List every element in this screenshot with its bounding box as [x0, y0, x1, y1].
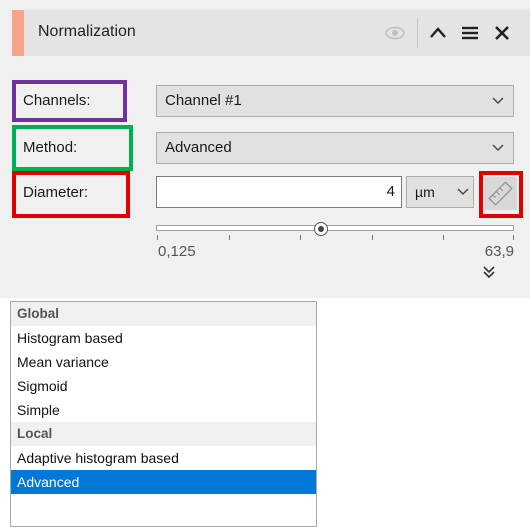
- panel-title: Normalization: [38, 23, 136, 40]
- chevron-down-icon: [492, 97, 504, 104]
- slider-tick: [443, 235, 444, 240]
- measure-highlight-box: [479, 171, 523, 218]
- slider-tick: [513, 235, 514, 240]
- diameter-slider-thumb[interactable]: [314, 222, 328, 236]
- chevron-down-icon: [457, 188, 469, 195]
- slider-tick: [157, 235, 158, 240]
- eye-icon[interactable]: [384, 22, 406, 44]
- option-simple[interactable]: Simple: [11, 398, 316, 422]
- method-select[interactable]: Advanced: [156, 132, 514, 164]
- header-accent-bar: [12, 10, 24, 56]
- channels-highlight-box: [12, 80, 127, 122]
- slider-min-value: 0,125: [158, 243, 196, 260]
- unit-select[interactable]: µm: [406, 176, 474, 208]
- group-header-global: Global: [11, 302, 316, 326]
- close-icon[interactable]: [490, 21, 514, 45]
- chevron-down-icon: [492, 144, 504, 151]
- option-mean-variance[interactable]: Mean variance: [11, 350, 316, 374]
- normalization-panel: Normalization Channels: Channel #1 Metho…: [0, 0, 530, 298]
- slider-tick: [372, 235, 373, 240]
- slider-max-value: 63,9: [484, 243, 514, 260]
- method-dropdown-list: Global Histogram based Mean variance Sig…: [10, 301, 317, 527]
- diameter-slider-track[interactable]: [156, 225, 514, 231]
- chevron-up-icon[interactable]: [426, 21, 450, 45]
- method-highlight-box: [12, 125, 133, 171]
- diameter-input[interactable]: 4: [156, 176, 402, 208]
- slider-tick: [300, 235, 301, 240]
- option-sigmoid[interactable]: Sigmoid: [11, 374, 316, 398]
- header-separator: [417, 18, 418, 48]
- option-adaptive-histogram-based[interactable]: Adaptive histogram based: [11, 446, 316, 470]
- slider-tick: [229, 235, 230, 240]
- group-header-local: Local: [11, 422, 316, 446]
- panel-header: Normalization: [12, 10, 530, 56]
- method-select-value: Advanced: [165, 139, 232, 156]
- diameter-highlight-box: [12, 171, 130, 218]
- channels-select-value: Channel #1: [165, 92, 242, 109]
- unit-select-value: µm: [415, 184, 435, 200]
- double-chevron-down-icon[interactable]: [481, 264, 497, 280]
- option-histogram-based[interactable]: Histogram based: [11, 326, 316, 350]
- menu-icon[interactable]: [458, 21, 482, 45]
- channels-select[interactable]: Channel #1: [156, 85, 514, 117]
- option-advanced[interactable]: Advanced: [11, 470, 316, 494]
